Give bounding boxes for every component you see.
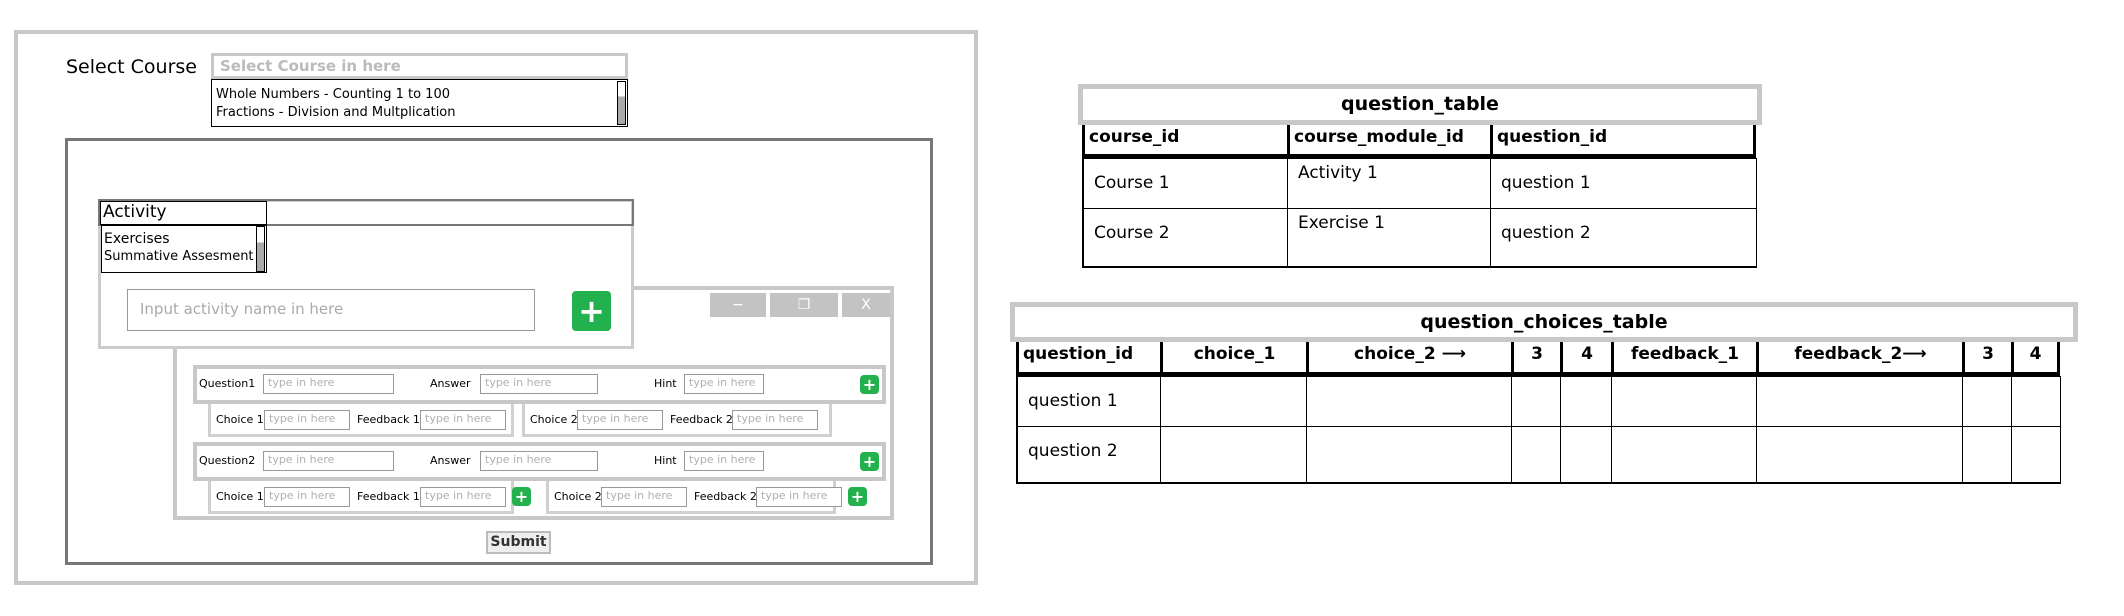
row-label-cell: Course 1 [1082,158,1288,209]
scrollbar[interactable] [256,226,265,272]
question-label: Question2 [199,454,256,467]
table-cell: question 2 [1490,208,1757,268]
select-course-label: Select Course [66,56,197,78]
table-cell [1756,426,1963,484]
table-cell [1511,376,1561,427]
table-cell [2011,376,2061,427]
close-button[interactable]: X [842,293,890,317]
question-input[interactable]: type in here [263,451,394,471]
table-cell: Activity 1 [1287,158,1491,209]
answer-input[interactable]: type in here [480,451,598,471]
add-choice-button[interactable]: + [848,487,867,506]
table-cell [1560,376,1612,427]
choice2-input[interactable]: type in here [601,487,687,507]
choice2-label: Choice 2 [554,490,602,503]
choice1-label: Choice 1 [216,490,264,503]
row-label-cell: Course 2 [1082,208,1288,268]
table-cell [1306,376,1512,427]
feedback2-label: Feedback 2 [670,413,733,426]
table-cell [1611,426,1757,484]
question-label: Question1 [199,377,256,390]
table-cell [1511,426,1561,484]
add-activity-button[interactable]: + [572,291,611,331]
table-cell [1160,426,1307,484]
table-cell [1560,426,1612,484]
column-header: course_module_id [1287,125,1490,158]
activity-name-input[interactable]: Input activity name in here [127,289,535,331]
plus-icon: + [578,292,605,330]
choice2-label: Choice 2 [530,413,578,426]
column-header: choice_2 ⟶ [1306,342,1511,376]
activity-option[interactable]: Summative Assesment [104,248,264,266]
column-header: feedback_1 [1611,342,1756,376]
scrollbar[interactable] [617,81,626,125]
add-choice-button[interactable]: + [512,487,531,506]
add-question-button[interactable]: + [860,375,879,394]
feedback2-input[interactable]: type in here [732,410,818,430]
question-input[interactable]: type in here [263,374,394,394]
table-cell [2011,426,2061,484]
table-cell [1306,426,1512,484]
answer-label: Answer [430,377,471,390]
column-header: course_id [1082,125,1287,158]
hint-input[interactable]: type in here [684,451,764,471]
column-header: choice_1 [1160,342,1306,376]
hint-label: Hint [654,454,677,467]
submit-button[interactable]: Submit [486,531,551,554]
question-choices-table-title: question_choices_table [1010,302,2078,342]
restore-button[interactable]: ❐ [770,293,838,317]
table-cell [1962,426,2012,484]
table-cell [1756,376,1963,427]
activity-list[interactable]: Exercises Summative Assesment [101,225,267,273]
course-option[interactable]: Whole Numbers - Counting 1 to 100 [216,85,623,105]
course-list[interactable]: Whole Numbers - Counting 1 to 100 Fracti… [211,79,628,127]
column-header: 3 [1511,342,1560,376]
column-header: question_id [1490,125,1756,158]
add-question-button[interactable]: + [860,452,879,471]
table-cell [1962,376,2012,427]
choice1-input[interactable]: type in here [264,487,350,507]
course-option[interactable]: Fractions - Division and Multplication [216,103,623,123]
table-cell: Exercise 1 [1287,208,1491,268]
table-cell [1611,376,1757,427]
column-header: 4 [1560,342,1611,376]
hint-input[interactable]: type in here [684,374,764,394]
answer-label: Answer [430,454,471,467]
column-header: feedback_2⟶ [1756,342,1962,376]
table-cell: question 1 [1490,158,1757,209]
question-table-title: question_table [1078,84,1762,125]
minimize-button[interactable]: − [710,293,766,317]
feedback2-input[interactable]: type in here [756,487,842,507]
activity-option[interactable]: Exercises [104,230,264,248]
column-header: 4 [2011,342,2060,376]
column-header: 3 [1962,342,2011,376]
feedback1-label: Feedback 1 [357,413,420,426]
column-header: question_id [1016,342,1160,376]
feedback1-label: Feedback 1 [357,490,420,503]
choice1-label: Choice 1 [216,413,264,426]
choice2-input[interactable]: type in here [577,410,663,430]
activity-label[interactable]: Activity [100,201,267,225]
choice1-input[interactable]: type in here [264,410,350,430]
answer-input[interactable]: type in here [480,374,598,394]
row-label-cell: question 1 [1016,376,1161,427]
feedback1-input[interactable]: type in here [420,410,506,430]
hint-label: Hint [654,377,677,390]
select-course-input[interactable]: Select Course in here [211,53,628,79]
feedback2-label: Feedback 2 [694,490,757,503]
feedback1-input[interactable]: type in here [420,487,506,507]
row-label-cell: question 2 [1016,426,1161,484]
table-cell [1160,376,1307,427]
